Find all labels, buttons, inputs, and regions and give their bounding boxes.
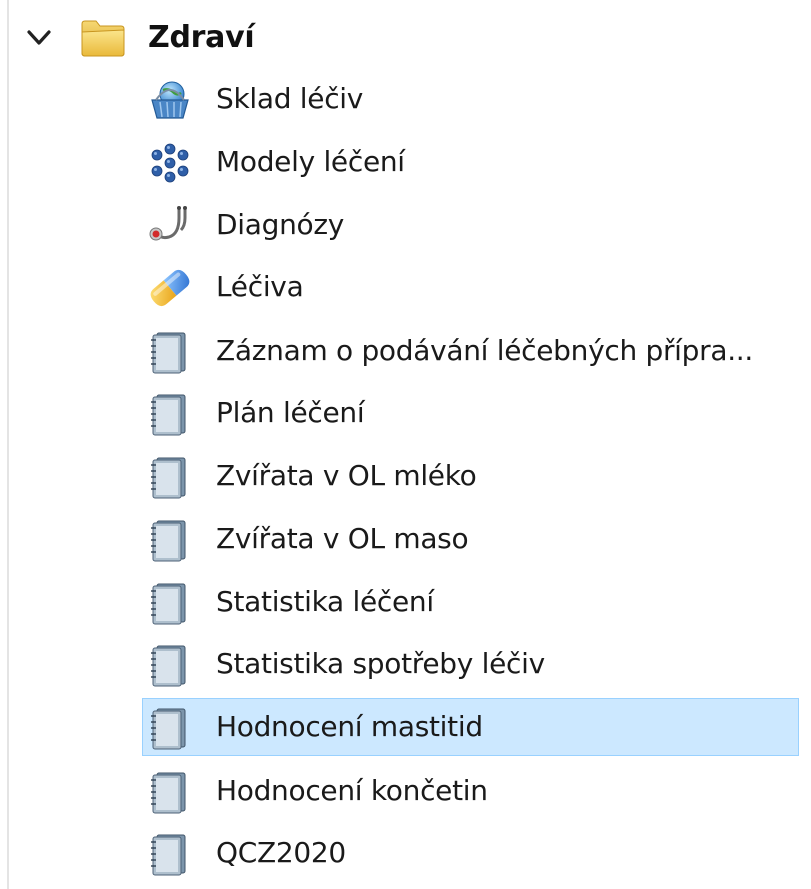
tree-item-hodnoceni-koncetin[interactable]: Hodnocení končetin: [142, 762, 799, 820]
tree-item-statistika-leceni[interactable]: Statistika léčení: [142, 573, 799, 631]
tree-item-hodnoceni-mastitid[interactable]: Hodnocení mastitid: [142, 698, 799, 756]
tree-item-modely-leceni[interactable]: Modely léčení: [142, 133, 799, 191]
tree-item-label: Statistika léčení: [216, 585, 434, 618]
report-book-icon: [151, 332, 186, 374]
tree-item-leciva[interactable]: Léčiva: [142, 258, 799, 316]
tree-item-zvirata-maso[interactable]: Zvířata v OL maso: [142, 510, 799, 568]
tree-folder-zdravi[interactable]: Zdraví: [0, 8, 811, 68]
tree-item-plan-leceni[interactable]: Plán léčení: [142, 384, 799, 442]
tree-item-label: Statistika spotřeby léčiv: [216, 647, 545, 680]
report-book-icon: [151, 645, 186, 687]
tree-item-zvirata-mleko[interactable]: Zvířata v OL mléko: [142, 447, 799, 505]
tree-item-zaznam-o-podavani[interactable]: Záznam o podávání léčebných přípra...: [142, 322, 799, 380]
report-book-icon: [151, 457, 186, 499]
tree-item-label: Hodnocení končetin: [216, 774, 488, 807]
tree-item-diagnozy[interactable]: Diagnózy: [142, 196, 799, 254]
report-book-icon: [151, 772, 186, 814]
tree-item-label: Sklad léčiv: [216, 82, 364, 115]
tree-item-label: Léčiva: [216, 270, 304, 303]
navigation-tree: Zdraví Sklad léčiv Modely léčení Diagnóz…: [0, 0, 811, 889]
tree-item-qcz2020[interactable]: QCZ2020: [142, 824, 799, 882]
snowflake-icon: [151, 143, 189, 183]
tree-item-label: Modely léčení: [216, 145, 405, 178]
stethoscope-icon: [149, 206, 187, 241]
report-book-icon: [151, 834, 186, 876]
folder-icon: [81, 20, 125, 57]
chevron-down-icon[interactable]: [26, 28, 52, 48]
tree-item-label: Diagnózy: [216, 208, 345, 241]
tree-item-statistika-spotreby[interactable]: Statistika spotřeby léčiv: [142, 635, 799, 693]
basket-globe-icon: [151, 81, 189, 119]
tree-item-label: Hodnocení mastitid: [216, 710, 483, 743]
tree-item-label: QCZ2020: [216, 836, 346, 869]
report-book-icon: [151, 520, 186, 562]
tree-item-sklad-leciv[interactable]: Sklad léčiv: [142, 70, 799, 128]
tree-item-label: Zvířata v OL maso: [216, 522, 469, 555]
tree-item-label: Záznam o podávání léčebných přípra...: [216, 334, 754, 367]
report-book-icon: [151, 708, 186, 750]
pill-icon: [150, 269, 190, 307]
report-book-icon: [151, 394, 186, 436]
folder-label: Zdraví: [148, 20, 255, 55]
tree-item-label: Plán léčení: [216, 396, 365, 429]
report-book-icon: [151, 583, 186, 625]
tree-item-label: Zvířata v OL mléko: [216, 459, 477, 492]
